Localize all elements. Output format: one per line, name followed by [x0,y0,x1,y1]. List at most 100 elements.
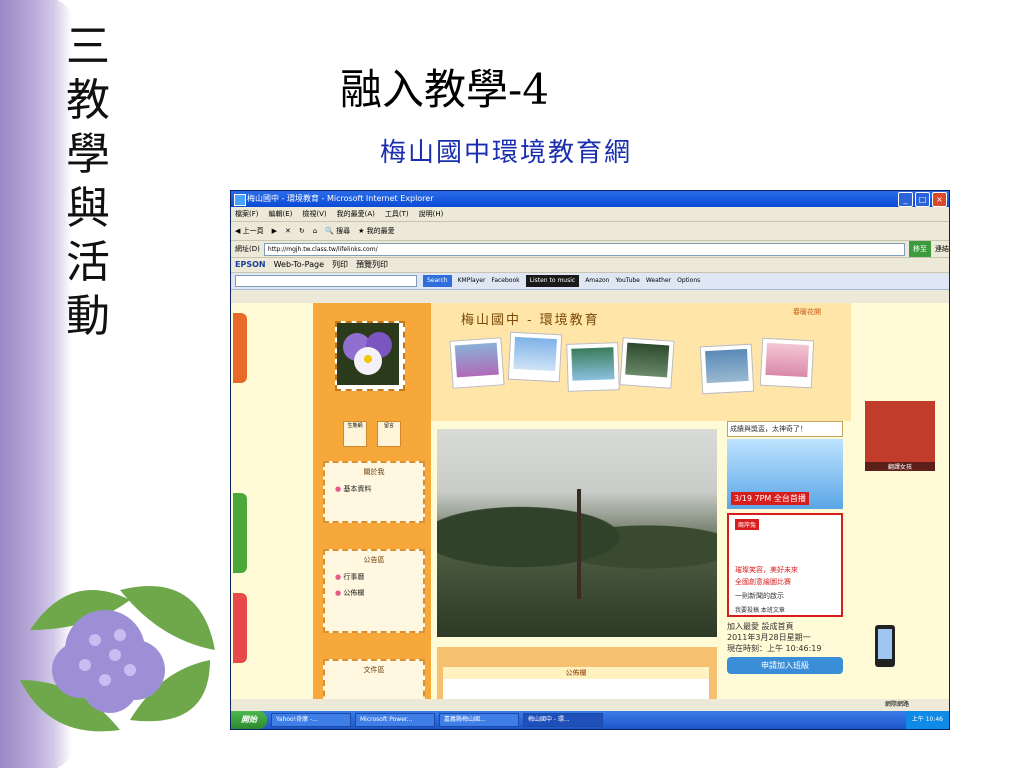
vertical-title-char: 教 [66,75,110,126]
side-tab[interactable] [233,593,247,663]
start-button[interactable]: 開始 [231,711,267,729]
vertical-title: 三 教 學 與 活 動 [60,20,116,344]
document-head: 文件區 [363,666,385,674]
search-label: 搜尋 [336,227,351,235]
amazon-button[interactable]: Amazon [585,273,609,289]
taskbar: 開始 Yahoo!奇摩 -... Microsoft Power... 嘉義縣梅… [231,711,949,729]
menu-edit[interactable]: 編輯(E) [269,207,293,221]
back-button[interactable]: ◀ 上一頁 [235,222,264,240]
right-column: 成績與獎盃，太神奇了！ 3/19 7PM 全台首播 兩岸兔 璀璨笑容，美好未來 … [727,421,843,699]
taskbar-item[interactable]: Yahoo!奇摩 -... [271,713,351,727]
photo-stream [619,337,675,389]
eco-net-label: 生態網 [347,423,363,429]
close-button[interactable]: × [932,192,947,207]
print-button[interactable]: 列印 [332,258,348,272]
guestbook-icon[interactable]: 留言 [377,421,401,447]
profile-link[interactable]: 基本資料 [325,481,423,497]
bulletin-link[interactable]: 公佈欄 [325,585,423,601]
vertical-title-char: 動 [66,291,110,342]
contest-tag: 兩岸兔 [735,519,760,530]
menu-favorites[interactable]: 我的最愛(A) [337,207,375,221]
maximize-button[interactable]: □ [915,192,930,207]
campus-photo [437,429,717,637]
music-button[interactable]: Listen to music [525,275,580,287]
menu-tools[interactable]: 工具(T) [385,207,409,221]
photo-flowers [449,337,505,389]
contest-line-2: 全國創意繪圖比賽 [735,578,791,586]
print-preview-button[interactable]: 預覽列印 [356,258,388,272]
favorites-button[interactable]: ★ 我的最愛 [358,222,395,240]
site-banner: 梅山國中 - 環境教育 春暖花開 [431,303,851,421]
hydrangea-icon [20,586,215,732]
contest-banner[interactable]: 兩岸兔 璀璨笑容，美好未來 全國創意繪圖比賽 一則新聞的啟示 我要投稿 本班文章 [727,513,843,617]
refresh-button[interactable]: ↻ [299,222,305,240]
favorite-links[interactable]: 加入最愛 設成首頁 [727,621,843,632]
date-text: 2011年3月28日星期一 [727,633,811,642]
menu-file[interactable]: 檔案(F) [235,207,259,221]
right-top-title[interactable]: 成績與獎盃，太神奇了！ [727,421,843,437]
links-button[interactable]: 連結 [935,241,949,257]
slide: 三 教 學 與 活 動 融入教學-4 梅山國中環境教育網 梅山國中 - 環境教育… [0,0,1024,768]
join-class-button[interactable]: 申請加入班級 [727,657,843,674]
stop-button[interactable]: ✕ [285,222,291,240]
photo-ducks [699,343,755,395]
slide-title: 融入教學-4 [340,65,549,114]
window-title: 梅山國中 - 環境教育 - Microsoft Internet Explore… [247,194,434,203]
minimize-button[interactable]: _ [898,192,913,207]
photo-forest [566,342,620,392]
vertical-title-char: 活 [66,237,110,288]
weather-button[interactable]: Weather [646,273,671,289]
home-button[interactable]: ⌂ [313,222,317,240]
calendar-link[interactable]: 行事曆 [325,569,423,585]
banner-title: 梅山國中 - 環境教育 [461,313,600,328]
side-tab[interactable] [233,313,247,383]
system-tray-clock: 上午 10:46 [905,711,949,729]
options-button[interactable]: Options [677,273,700,289]
contest-line-3: 一則新聞的啟示 [735,592,784,600]
address-input[interactable]: http://mgjh.tw.class.tw/lifelinks.com/ [263,242,905,256]
banner-deco: 春暖花開 [793,308,821,316]
menu-help[interactable]: 說明(H) [419,207,444,221]
comic-caption: 3/19 7PM 全台首播 [731,492,809,505]
taskbar-item[interactable]: 嘉義縣梅山國... [439,713,519,727]
toolbar-search-input[interactable] [235,275,417,287]
back-label: 上一頁 [242,227,264,235]
side-tabs [231,303,251,699]
favorites-label: 我的最愛 [366,227,395,235]
nav-toolbar: ◀ 上一頁 ▶ ✕ ↻ ⌂ 🔍 搜尋 ★ 我的最愛 [231,222,949,241]
web-to-page-button[interactable]: Web-To-Page [274,258,324,272]
status-text: 網際網路 [884,701,909,708]
pansy-photo [335,321,405,391]
facebook-button[interactable]: Facebook [491,273,519,289]
phone-icon [875,625,895,667]
guestbook-label: 留言 [383,423,394,429]
search-toolbar: Search KMPlayer Facebook Listen to music… [231,273,949,290]
forward-button[interactable]: ▶ [272,222,277,240]
ie-icon [234,194,246,206]
menu-view[interactable]: 檢視(V) [302,207,326,221]
photo-bird [507,331,563,383]
toolbar-search-button[interactable]: Search [423,275,452,287]
address-label: 網址(D) [235,245,260,253]
date-block: 加入最愛 設成首頁 2011年3月28日星期一 現在時刻：上午 10:46:19 [727,621,843,654]
kmplayer-button[interactable]: KMPlayer [458,273,486,289]
about-box: 關於我 基本資料 [323,461,425,523]
photo-blossom [759,337,815,389]
vertical-title-char: 三 [66,21,110,72]
eco-net-icon[interactable]: 生態網 [343,421,367,447]
avatar-card[interactable]: 翻譯女孩 [865,401,935,471]
side-tab[interactable] [233,493,247,573]
browser-screenshot: 梅山國中 - 環境教育 - Microsoft Internet Explore… [230,190,950,730]
taskbar-item[interactable]: Microsoft Power... [355,713,435,727]
epson-logo: EPSON [235,260,266,269]
taskbar-item[interactable]: 梅山國中 - 環... [523,713,603,727]
announcement-head: 公告區 [363,556,385,564]
menu-bar: 檔案(F) 編輯(E) 檢視(V) 我的最愛(A) 工具(T) 說明(H) [231,207,949,222]
search-button[interactable]: 🔍 搜尋 [325,222,350,240]
youtube-button[interactable]: YouTube [615,273,639,289]
pansy-icon [337,323,399,385]
vertical-title-char: 學 [66,129,110,180]
notice-head: 公佈欄 [443,667,709,679]
go-button[interactable]: 移至 [909,241,931,257]
comic-banner[interactable]: 3/19 7PM 全台首播 [727,439,843,509]
